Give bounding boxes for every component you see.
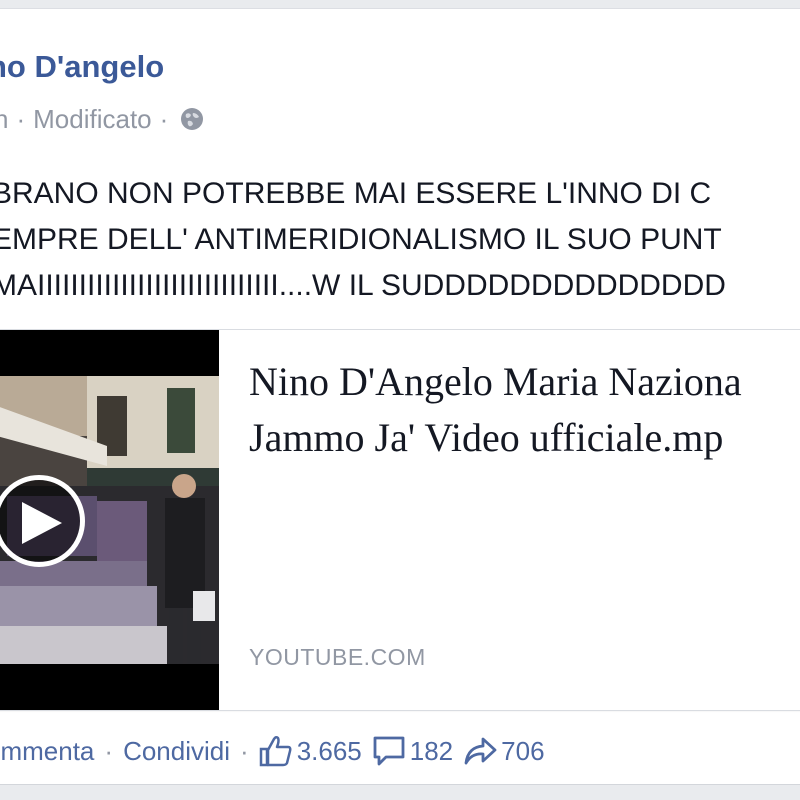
comment-link[interactable]: ommenta — [0, 736, 94, 767]
post-message-line: MAIIIIIIIIIIIIIIIIIIIIIIIIIIIII....W IL … — [0, 269, 726, 302]
globe-icon[interactable] — [180, 107, 204, 131]
action-separator: · — [104, 735, 114, 766]
thumbs-up-icon — [259, 735, 292, 767]
likes-count-value: 3.665 — [296, 735, 362, 766]
link-domain: YOUTUBE.COM — [249, 644, 426, 670]
meta-separator: · — [159, 103, 169, 134]
action-separator: · — [240, 735, 249, 766]
post-author-name[interactable]: no D'angelo — [0, 49, 164, 85]
share-arrow-icon — [464, 737, 497, 765]
link-title-line[interactable]: Jammo Ja' Video ufficiale.mp — [249, 410, 800, 466]
likes-count[interactable]: 3.665 — [259, 735, 362, 767]
play-icon — [22, 502, 62, 544]
link-preview-card[interactable]: Nino D'Angelo Maria Naziona Jammo Ja' Vi… — [0, 329, 800, 711]
post-timestamp[interactable]: n — [0, 104, 8, 135]
post-actions-bar: ommenta · Condividi · 3.665 182 706 — [0, 731, 555, 771]
link-title[interactable]: Nino D'Angelo Maria Naziona Jammo Ja' Vi… — [249, 354, 800, 466]
post-meta: n · Modificato · — [0, 102, 204, 136]
video-thumbnail[interactable] — [0, 330, 219, 710]
post-message: BRANO NON POTREBBE MAI ESSERE L'INNO DI … — [0, 171, 726, 309]
comment-bubble-icon — [373, 736, 405, 766]
shares-count[interactable]: 706 — [463, 735, 545, 767]
comments-count[interactable]: 182 — [372, 735, 453, 767]
comments-count-value: 182 — [409, 735, 454, 766]
link-title-line[interactable]: Nino D'Angelo Maria Naziona — [249, 354, 800, 410]
shares-count-value: 706 — [501, 735, 545, 766]
share-link[interactable]: Condividi — [123, 736, 230, 767]
post-message-line: EMPRE DELL' ANTIMERIDIONALISMO IL SUO PU… — [0, 223, 722, 256]
edited-label[interactable]: Modificato — [33, 104, 152, 135]
post-message-line: BRANO NON POTREBBE MAI ESSERE L'INNO DI … — [0, 177, 712, 210]
post-card: no D'angelo n · Modificato · BRANO NON P… — [0, 8, 800, 785]
meta-separator: · — [16, 103, 26, 134]
